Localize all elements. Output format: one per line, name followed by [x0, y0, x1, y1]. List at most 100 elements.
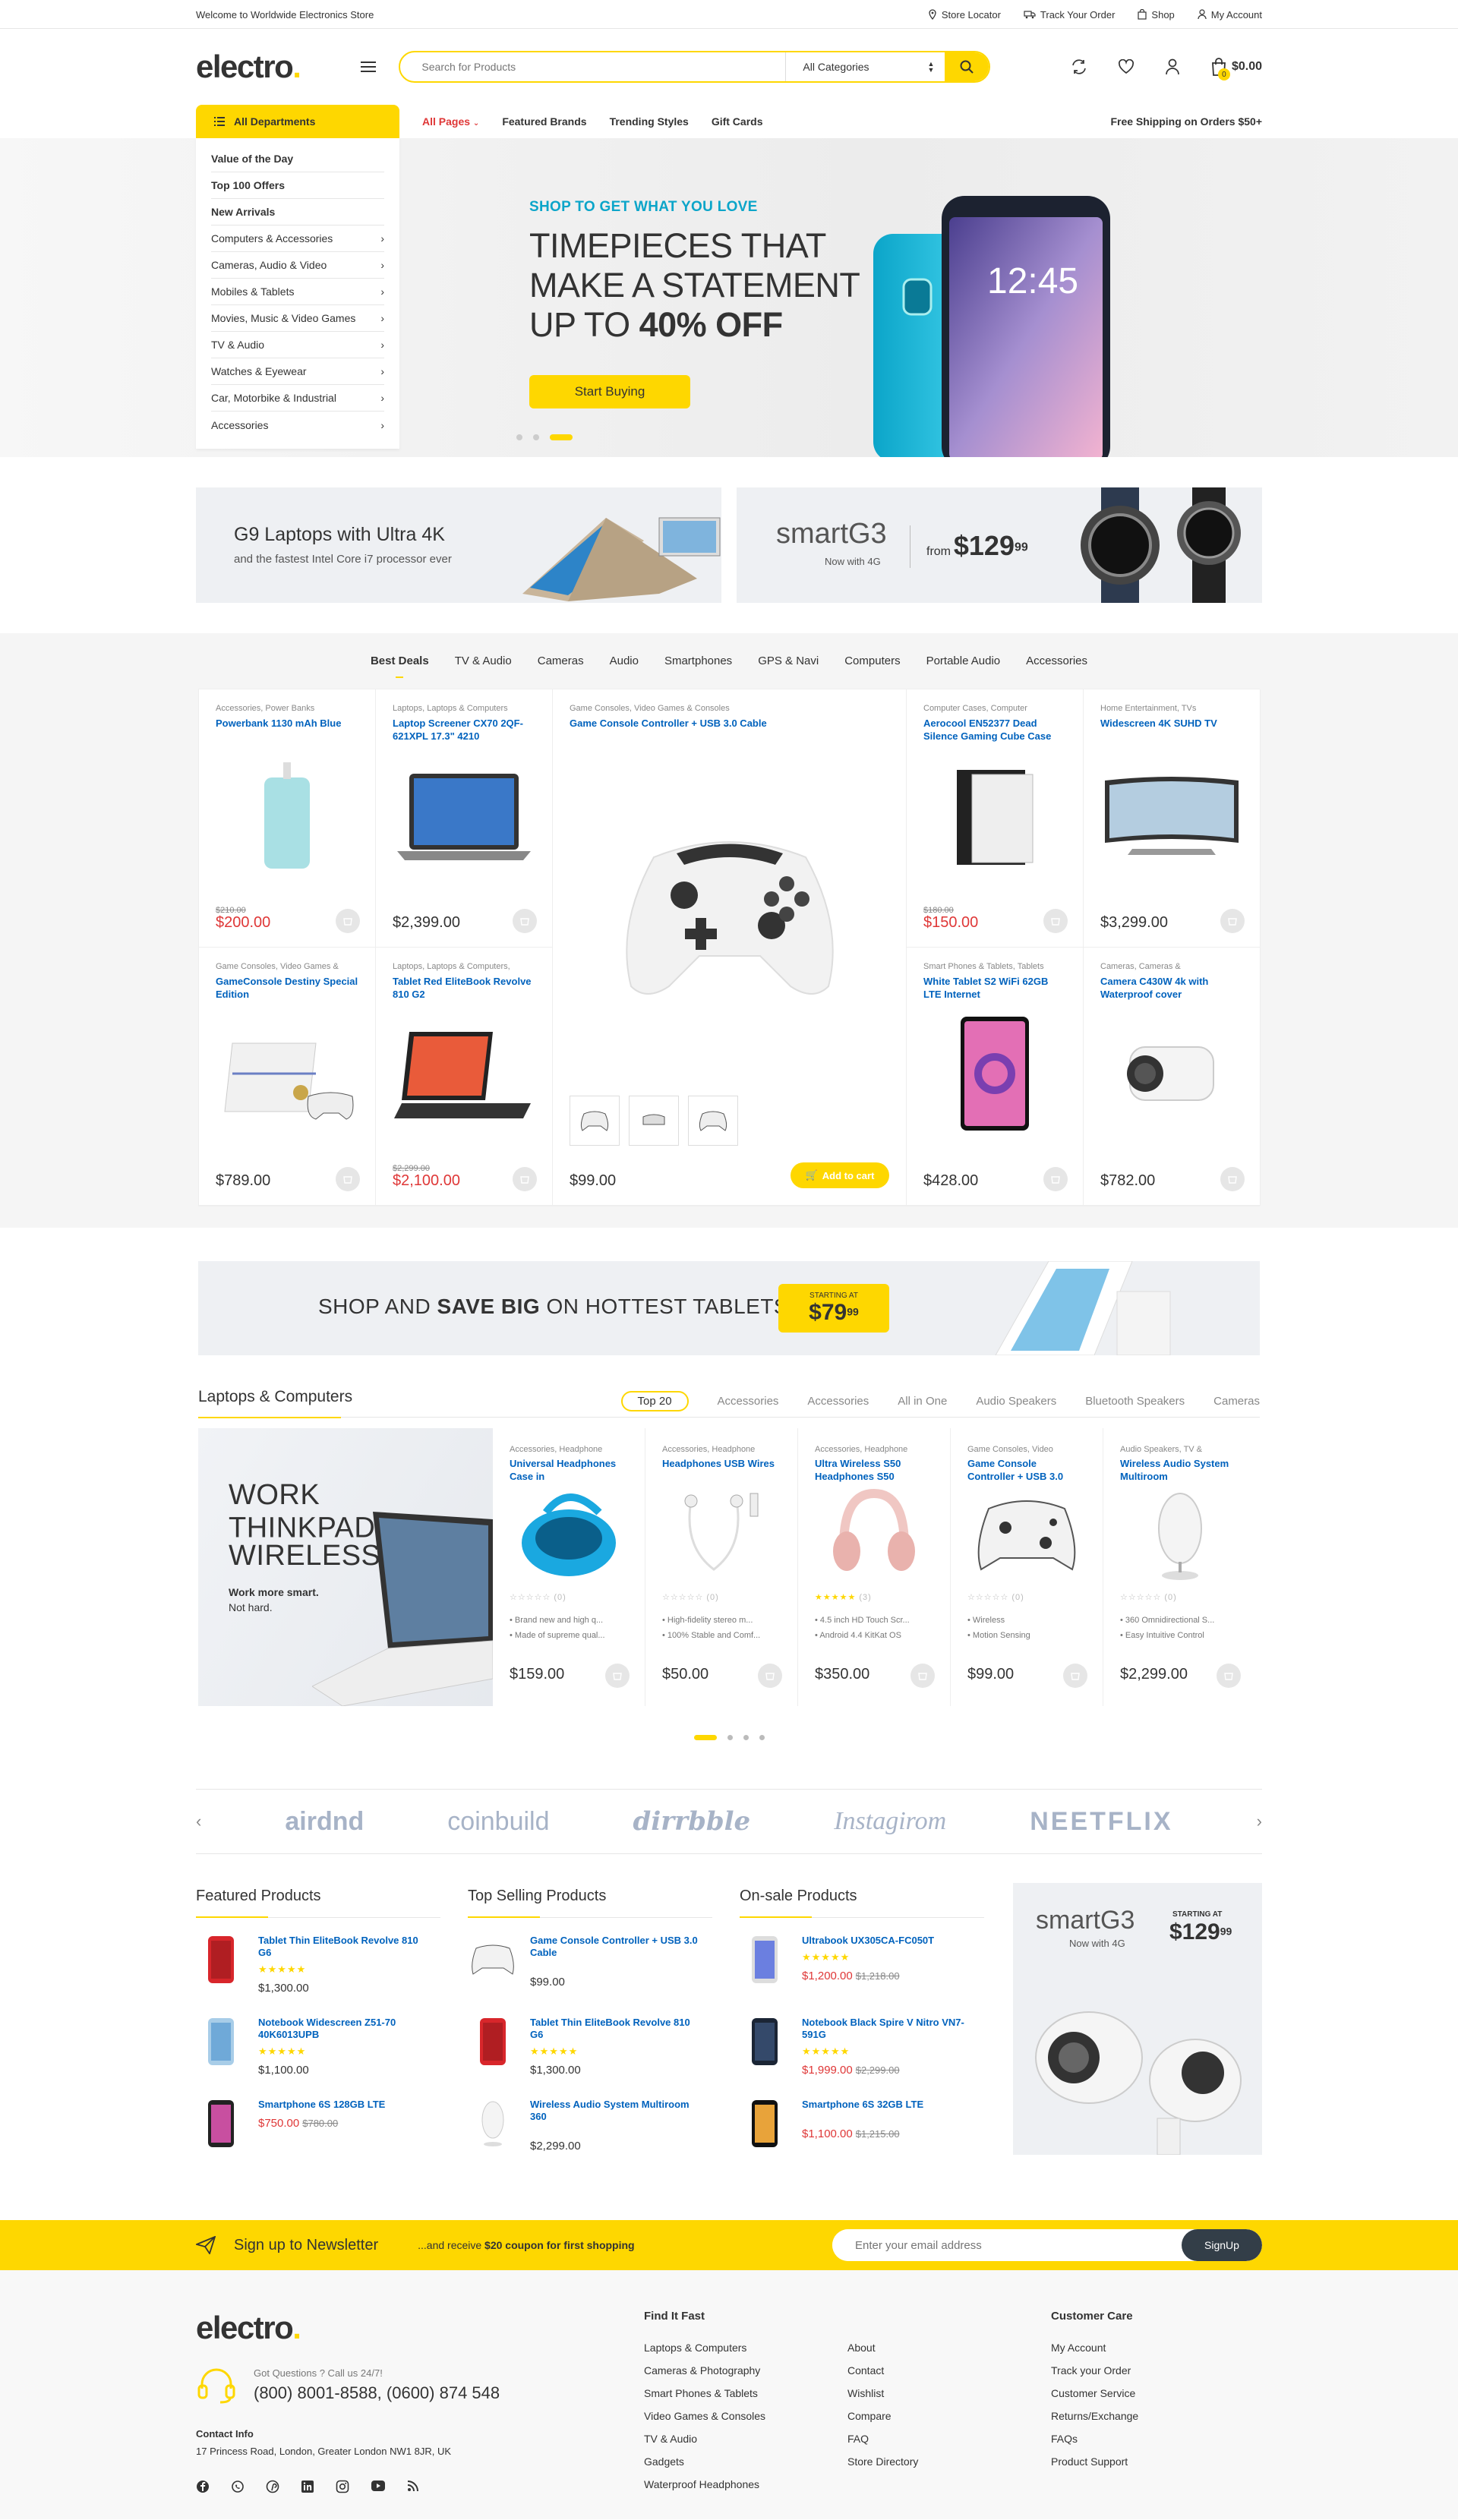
chevron-left-icon[interactable]: ‹: [196, 1812, 201, 1831]
product-image[interactable]: [510, 1486, 628, 1585]
nav-featured-brands[interactable]: Featured Brands: [502, 115, 586, 128]
product-category[interactable]: Cameras, Cameras &: [1100, 961, 1243, 972]
product-card[interactable]: Accessories, Headphone Headphones USB Wi…: [645, 1428, 798, 1706]
tab-gps-navi[interactable]: GPS & Navi: [758, 654, 819, 678]
add-to-cart-icon[interactable]: [758, 1664, 782, 1688]
product-card[interactable]: Computer Cases, Computer Aerocool EN5237…: [907, 689, 1084, 948]
product-image[interactable]: [1120, 1486, 1239, 1585]
tab-tv-audio[interactable]: TV & Audio: [455, 654, 512, 678]
product-name[interactable]: Powerbank 1130 mAh Blue: [216, 717, 358, 743]
product-card[interactable]: Smart Phones & Tablets, Tablets White Ta…: [907, 948, 1084, 1206]
product-category[interactable]: Home Entertainment, TVs: [1100, 703, 1243, 714]
smartg3-side-banner[interactable]: smartG3 Now with 4G STARTING AT $12999: [1013, 1883, 1262, 2155]
add-to-cart-icon[interactable]: [1220, 909, 1245, 933]
dept-item[interactable]: Movies, Music & Video Games ›: [211, 305, 384, 332]
track-order-link[interactable]: Track Your Order: [1024, 9, 1116, 21]
carousel-dot-active[interactable]: [693, 1735, 717, 1740]
thumbnail[interactable]: [629, 1096, 679, 1146]
add-to-cart-icon[interactable]: [336, 909, 360, 933]
track-order-label[interactable]: Track Your Order: [1040, 9, 1116, 21]
footer-link[interactable]: Laptops & Computers: [644, 2342, 847, 2364]
laptops-promo-banner[interactable]: G9 Laptops with Ultra 4K and the fastest…: [196, 487, 721, 603]
category-select[interactable]: All Categories ▲ ▼: [785, 52, 945, 81]
site-logo[interactable]: electro.: [196, 49, 301, 85]
linkedin-icon[interactable]: [301, 2480, 314, 2493]
add-to-cart-icon[interactable]: [1063, 1664, 1087, 1688]
footer-link[interactable]: Track your Order: [1051, 2364, 1262, 2387]
signup-button[interactable]: SignUp: [1182, 2229, 1262, 2261]
product-card[interactable]: Game Consoles, Video Game Console Contro…: [951, 1428, 1103, 1706]
slider-dot[interactable]: [533, 434, 539, 440]
product-category[interactable]: Accessories, Headphone: [662, 1445, 781, 1454]
shop-label[interactable]: Shop: [1151, 9, 1174, 21]
chevron-right-icon[interactable]: ›: [1257, 1812, 1262, 1831]
cart-button[interactable]: 0 $0.00: [1210, 58, 1262, 80]
slider-dot[interactable]: [516, 434, 522, 440]
tab-accessories[interactable]: Accessories: [1026, 654, 1087, 678]
add-to-cart-icon[interactable]: [910, 1664, 935, 1688]
add-to-cart-icon[interactable]: [1043, 909, 1068, 933]
list-item[interactable]: Tablet Thin EliteBook Revolve 810 G6 ★★★★…: [468, 2017, 740, 2082]
product-category[interactable]: Game Consoles, Video: [967, 1445, 1086, 1454]
youtube-icon[interactable]: [371, 2480, 386, 2492]
product-image[interactable]: [570, 747, 889, 1074]
product-thumb[interactable]: [468, 2099, 518, 2149]
product-name[interactable]: Smartphone 6S 128GB LTE: [258, 2099, 433, 2111]
start-buying-button[interactable]: Start Buying: [529, 375, 690, 408]
smartwatch-promo-banner[interactable]: smartG3 Now with 4G from $12999: [737, 487, 1262, 603]
product-name[interactable]: Tablet Thin EliteBook Revolve 810 G6: [258, 1935, 433, 1959]
product-image[interactable]: [393, 1005, 535, 1142]
list-item[interactable]: Smartphone 6S 32GB LTE $1,100.00 $1,215.00: [740, 2099, 1011, 2164]
add-to-cart-icon[interactable]: [605, 1664, 630, 1688]
shop-link[interactable]: Shop: [1138, 9, 1175, 21]
dept-item[interactable]: TV & Audio ›: [211, 332, 384, 358]
product-thumb[interactable]: [740, 2099, 790, 2149]
add-to-cart-icon[interactable]: [1043, 1167, 1068, 1191]
product-image[interactable]: [393, 747, 535, 884]
dept-item[interactable]: Computers & Accessories ›: [211, 226, 384, 252]
tab-cameras[interactable]: Cameras: [538, 654, 584, 678]
footer-link[interactable]: Cameras & Photography: [644, 2364, 847, 2387]
product-card[interactable]: Home Entertainment, TVs Widescreen 4K SU…: [1084, 689, 1261, 948]
brand-logo[interactable]: dirrbble: [633, 1806, 751, 1837]
tab-audio[interactable]: Audio: [610, 654, 639, 678]
footer-link[interactable]: Contact: [847, 2364, 1051, 2387]
tab-smartphones[interactable]: Smartphones: [664, 654, 732, 678]
product-name[interactable]: Tablet Red EliteBook Revolve 810 G2: [393, 975, 535, 1001]
add-to-cart-icon[interactable]: [1220, 1167, 1245, 1191]
product-name[interactable]: Notebook Widescreen Z51-70 40K6013UPB: [258, 2017, 433, 2041]
my-account-label[interactable]: My Account: [1211, 9, 1262, 21]
footer-link[interactable]: About: [847, 2342, 1051, 2364]
carousel-dot[interactable]: [743, 1735, 749, 1740]
add-to-cart-icon[interactable]: [336, 1167, 360, 1191]
dept-item[interactable]: Accessories ›: [211, 412, 384, 438]
product-name[interactable]: GameConsole Destiny Special Edition: [216, 975, 358, 1001]
store-locator-label[interactable]: Store Locator: [942, 9, 1001, 21]
product-category[interactable]: Game Consoles, Video Games & Consoles: [570, 703, 889, 714]
footer-link[interactable]: Waterproof Headphones: [644, 2478, 847, 2501]
product-image[interactable]: [967, 1486, 1086, 1585]
footer-link[interactable]: Smart Phones & Tablets: [644, 2387, 847, 2410]
footer-link[interactable]: Wishlist: [847, 2387, 1051, 2410]
dept-item[interactable]: Value of the Day: [211, 146, 384, 172]
product-name[interactable]: Laptop Screener CX70 2QF-621XPL 17.3" 42…: [393, 717, 535, 743]
add-to-cart-icon[interactable]: [513, 909, 537, 933]
product-image[interactable]: [815, 1486, 933, 1585]
product-name[interactable]: Notebook Black Spire V Nitro VN7-591G: [802, 2017, 977, 2041]
tab-accessories-2[interactable]: Accessories: [807, 1395, 869, 1408]
product-image[interactable]: [1100, 747, 1243, 884]
footer-link[interactable]: Gadgets: [644, 2455, 847, 2478]
product-category[interactable]: Smart Phones & Tablets, Tablets: [923, 961, 1066, 972]
footer-link[interactable]: Store Directory: [847, 2455, 1051, 2478]
product-image[interactable]: [216, 1005, 358, 1142]
product-card[interactable]: Game Consoles, Video Games & GameConsole…: [199, 948, 376, 1206]
product-category[interactable]: Laptops, Laptops & Computers: [393, 703, 535, 714]
product-category[interactable]: Accessories, Headphone: [815, 1445, 933, 1454]
tab-best-deals[interactable]: Best Deals: [371, 654, 429, 678]
brand-logo[interactable]: coinbuild: [447, 1807, 549, 1837]
email-field[interactable]: [832, 2229, 1182, 2261]
thumbnail[interactable]: [688, 1096, 738, 1146]
product-name[interactable]: Tablet Thin EliteBook Revolve 810 G6: [530, 2017, 705, 2041]
product-name[interactable]: Widescreen 4K SUHD TV: [1100, 717, 1243, 743]
product-name[interactable]: Headphones USB Wires: [662, 1457, 781, 1483]
